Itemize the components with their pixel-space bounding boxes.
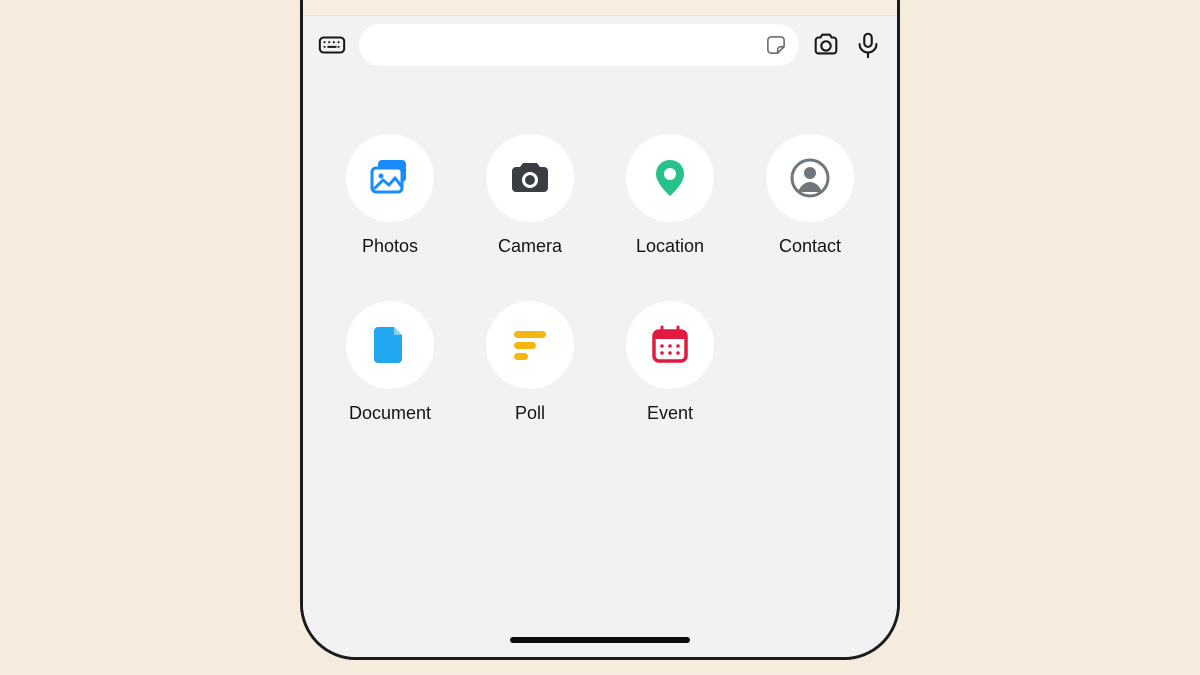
document-icon	[366, 321, 414, 369]
attachment-sheet: Photos Camera	[303, 80, 897, 657]
attachment-label: Event	[647, 403, 693, 424]
attachment-poll[interactable]: Poll	[471, 301, 589, 424]
microphone-icon[interactable]	[853, 30, 883, 60]
attachment-label: Poll	[515, 403, 545, 424]
event-icon	[646, 321, 694, 369]
phone-frame: Photos Camera	[300, 0, 900, 660]
sticker-icon[interactable]	[763, 32, 789, 58]
attachment-location[interactable]: Location	[611, 134, 729, 257]
attachment-grid: Photos Camera	[331, 134, 869, 424]
keyboard-icon[interactable]	[317, 30, 347, 60]
attachment-document[interactable]: Document	[331, 301, 449, 424]
message-input[interactable]	[359, 24, 799, 66]
message-input-bar	[303, 15, 897, 80]
home-indicator[interactable]	[510, 637, 690, 643]
chat-background	[303, 0, 897, 15]
contact-icon	[786, 154, 834, 202]
attachment-label: Contact	[779, 236, 841, 257]
attachment-label: Camera	[498, 236, 562, 257]
attachment-label: Document	[349, 403, 431, 424]
attachment-camera[interactable]: Camera	[471, 134, 589, 257]
poll-icon	[506, 321, 554, 369]
camera-icon[interactable]	[811, 30, 841, 60]
attachment-contact[interactable]: Contact	[751, 134, 869, 257]
attachment-label: Photos	[362, 236, 418, 257]
location-icon	[646, 154, 694, 202]
camera-attachment-icon	[506, 154, 554, 202]
photos-icon	[366, 154, 414, 202]
attachment-photos[interactable]: Photos	[331, 134, 449, 257]
attachment-event[interactable]: Event	[611, 301, 729, 424]
attachment-label: Location	[636, 236, 704, 257]
